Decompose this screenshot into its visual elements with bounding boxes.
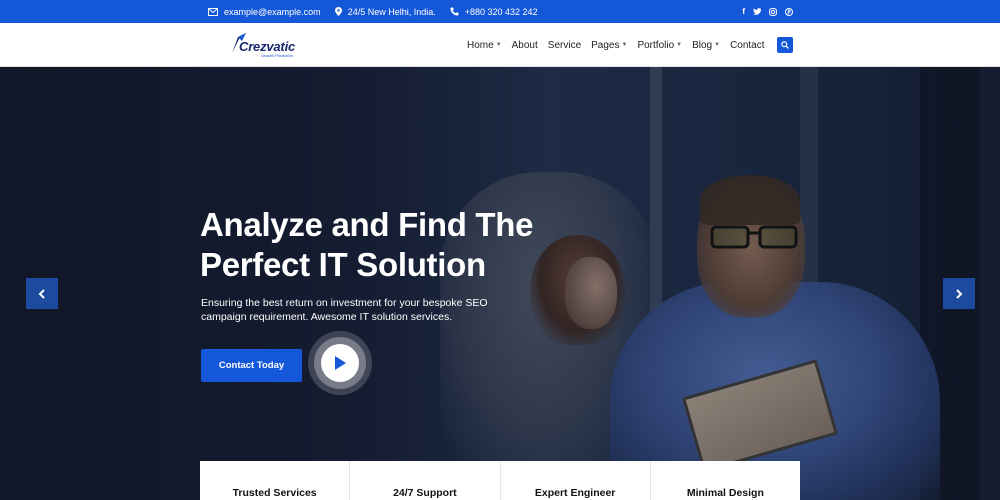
top-bar: example@example.com 24/5 New Helhi, Indi… <box>0 0 1000 23</box>
nav-label: Blog <box>692 39 713 51</box>
social-links: f <box>734 0 793 23</box>
hero-slider: Analyze and Find The Perfect IT Solution… <box>0 67 1000 500</box>
search-button[interactable] <box>777 37 793 53</box>
hero-title-line: Analyze and Find The <box>200 206 534 243</box>
facebook-icon[interactable]: f <box>742 7 745 16</box>
feature-card: Expert Engineer <box>501 461 651 500</box>
nav-label: Contact <box>730 39 765 51</box>
contact-today-button[interactable]: Contact Today <box>201 349 302 382</box>
slider-prev-button[interactable] <box>26 278 58 309</box>
nav-label: Portfolio <box>637 39 675 51</box>
pinterest-icon[interactable] <box>785 7 793 16</box>
location-pin-icon <box>334 7 342 16</box>
chevron-right-icon <box>956 288 963 299</box>
instagram-icon[interactable] <box>769 7 777 16</box>
address-text: 24/5 New Helhi, India. <box>347 6 436 17</box>
slider-next-button[interactable] <box>943 278 975 309</box>
nav-label: About <box>511 39 538 51</box>
address-item: 24/5 New Helhi, India. <box>334 6 436 17</box>
feature-title: Expert Engineer <box>534 487 616 499</box>
feature-card: Trusted Services <box>200 461 351 500</box>
hero-subtitle: Ensuring the best return on investment f… <box>201 297 488 323</box>
chevron-down-icon: ▼ <box>495 42 502 48</box>
email-text: example@example.com <box>224 6 321 17</box>
nav-item-blog[interactable]: Blog ▼ <box>692 40 720 51</box>
chevron-down-icon: ▼ <box>621 42 628 48</box>
play-video-button[interactable] <box>308 331 372 395</box>
nav-item-portfolio[interactable]: Portfolio ▼ <box>637 40 682 51</box>
chevron-down-icon: ▼ <box>714 42 721 48</box>
email-item[interactable]: example@example.com <box>208 7 321 17</box>
feature-card: 24/7 Support <box>350 461 501 500</box>
nav-item-about[interactable]: About <box>512 40 538 51</box>
main-navbar: Crezvatic Growth Prediction Home ▼ About … <box>0 23 1000 67</box>
phone-item[interactable]: +880 320 432 242 <box>450 7 538 17</box>
logo-tagline: Growth Prediction <box>261 53 293 58</box>
phone-icon <box>450 7 459 16</box>
feature-title: Minimal Design <box>686 487 764 499</box>
nav-label: Home <box>467 39 494 51</box>
feature-card: Minimal Design <box>651 461 800 500</box>
phone-text: +880 320 432 242 <box>464 6 538 17</box>
features-strip: Trusted Services 24/7 Support Expert Eng… <box>200 461 800 500</box>
envelope-icon <box>208 7 218 16</box>
feature-title: Trusted Services <box>232 487 317 499</box>
play-icon <box>335 356 346 370</box>
search-icon <box>781 41 789 49</box>
nav-item-contact[interactable]: Contact <box>730 40 764 51</box>
nav-label: Service <box>547 39 582 51</box>
nav-item-service[interactable]: Service <box>548 40 581 51</box>
site-logo[interactable]: Crezvatic Growth Prediction <box>230 32 310 60</box>
twitter-icon[interactable] <box>753 8 761 15</box>
hero-title: Analyze and Find The Perfect IT Solution <box>200 205 580 285</box>
contact-info: example@example.com 24/5 New Helhi, Indi… <box>208 0 552 23</box>
nav-item-pages[interactable]: Pages ▼ <box>591 40 627 51</box>
chevron-down-icon: ▼ <box>676 42 683 48</box>
feature-title: 24/7 Support <box>393 487 457 499</box>
chevron-left-icon <box>38 288 45 299</box>
nav-item-home[interactable]: Home ▼ <box>467 40 502 51</box>
logo-name: Crezvatic <box>239 39 296 54</box>
hero-title-line: Perfect IT Solution <box>200 246 486 283</box>
nav-label: Pages <box>591 39 620 51</box>
main-menu: Home ▼ About Service Pages ▼ Portfolio ▼ Bl… <box>467 23 775 67</box>
